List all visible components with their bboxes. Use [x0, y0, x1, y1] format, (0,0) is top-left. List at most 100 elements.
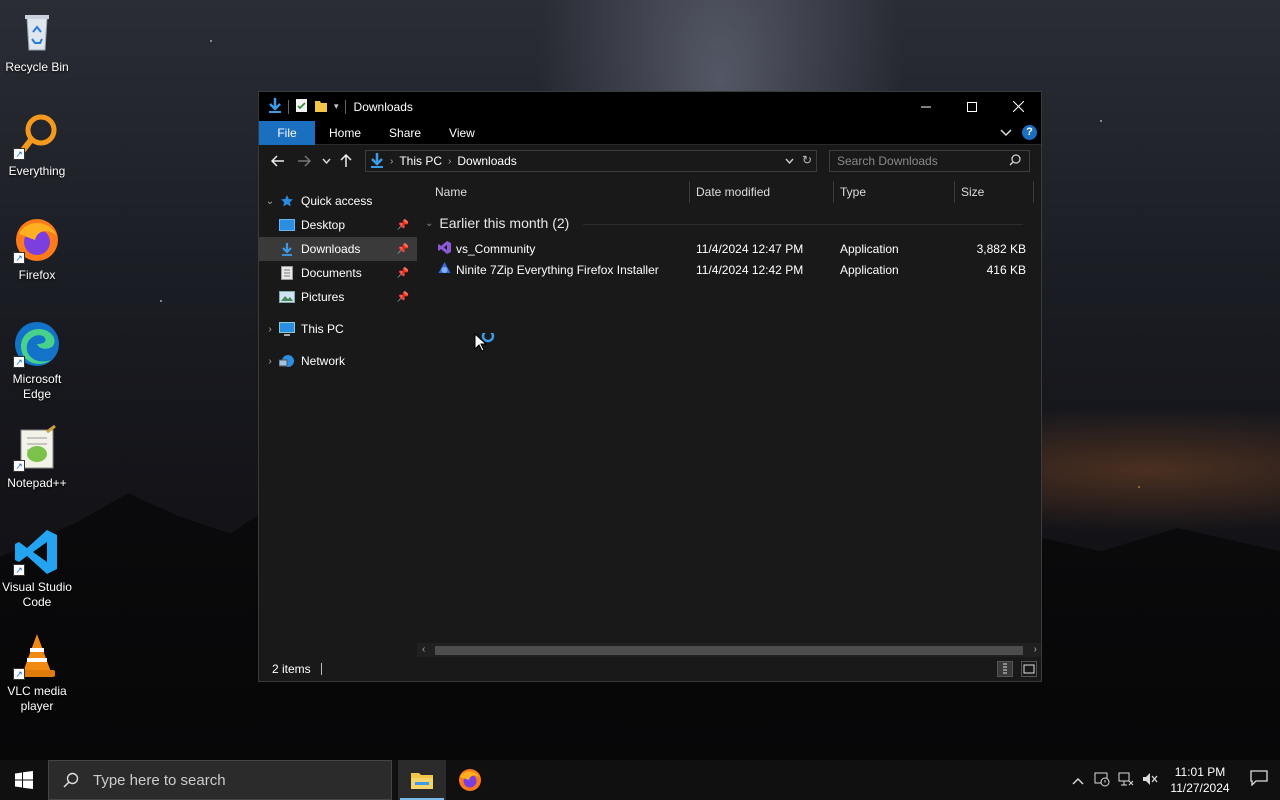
pin-icon: 📌 — [396, 243, 409, 255]
taskbar-search-placeholder: Type here to search — [93, 771, 226, 789]
horizontal-scrollbar[interactable]: ‹ › — [417, 643, 1041, 658]
navigation-pane[interactable]: ⌄ Quick access Desktop 📌 Downloads 📌 Doc… — [259, 177, 417, 657]
back-button[interactable] — [265, 149, 291, 173]
address-history-dropdown-icon[interactable] — [785, 153, 794, 167]
nav-this-pc[interactable]: › This PC — [259, 317, 417, 341]
star — [1138, 486, 1140, 488]
taskbar-clock[interactable]: 11:01 PM 11/27/2024 — [1162, 764, 1238, 796]
back-arrow-icon — [271, 155, 284, 167]
security-alert-icon[interactable] — [1090, 771, 1114, 790]
address-bar[interactable]: › This PC › Downloads ↻ — [365, 150, 817, 172]
nav-label: Desktop — [301, 218, 346, 232]
address-tail: ↻ — [785, 153, 812, 167]
large-icons-view-button[interactable] — [1021, 661, 1037, 677]
taskbar-file-explorer[interactable] — [398, 760, 446, 800]
scroll-left-arrow-icon[interactable]: ‹ — [422, 644, 425, 655]
minimize-button[interactable] — [903, 92, 949, 121]
close-button[interactable] — [995, 92, 1041, 121]
desktop-icon-everything[interactable]: ↗ Everything — [0, 112, 74, 179]
desktop-icon-recycle-bin[interactable]: Recycle Bin — [0, 8, 74, 75]
vscode-icon: ↗ — [13, 528, 61, 576]
nav-pictures[interactable]: Pictures 📌 — [259, 285, 417, 309]
expanded-chevron-icon[interactable]: ⌄ — [261, 196, 279, 207]
file-row[interactable]: vs_Community 11/4/2024 12:47 PM Applicat… — [417, 239, 1037, 260]
breadcrumb-separator-icon[interactable]: › — [390, 156, 393, 167]
shortcut-arrow-icon: ↗ — [13, 148, 25, 160]
window-title: Downloads — [353, 99, 413, 114]
item-count: 2 items — [272, 662, 311, 676]
volume-muted-icon[interactable] — [1138, 771, 1162, 790]
refresh-icon[interactable]: ↻ — [802, 153, 812, 167]
action-center-notification-icon[interactable] — [1238, 770, 1280, 790]
tab-share[interactable]: Share — [375, 121, 435, 145]
column-header-type[interactable]: Type — [834, 177, 954, 207]
desktop-icon-label: Everything — [8, 164, 66, 178]
up-button[interactable] — [335, 149, 357, 173]
file-size: 3,882 KB — [976, 242, 1026, 256]
breadcrumb-this-pc[interactable]: This PC — [399, 154, 442, 168]
show-hidden-icons-chevron-icon[interactable] — [1066, 773, 1090, 788]
desktop-icon-edge[interactable]: ↗ Microsoft Edge — [0, 320, 74, 402]
column-header-size[interactable]: Size — [955, 177, 1033, 207]
desktop-icon-notepadpp[interactable]: ↗ Notepad++ — [0, 424, 74, 491]
scrollbar-thumb[interactable] — [435, 646, 1023, 655]
tab-file[interactable]: File — [259, 120, 315, 145]
shortcut-arrow-icon: ↗ — [13, 668, 25, 680]
maximize-button[interactable] — [949, 92, 995, 121]
group-header[interactable]: ⌄ Earlier this month (2) — [425, 215, 569, 231]
column-header-name[interactable]: Name — [429, 177, 689, 207]
nav-downloads[interactable]: Downloads 📌 — [259, 237, 417, 261]
up-arrow-icon — [340, 154, 352, 167]
nav-network[interactable]: › Network — [259, 349, 417, 373]
forward-button[interactable] — [291, 149, 317, 173]
desktop-icon-label: Visual Studio Code — [2, 580, 72, 609]
nav-desktop[interactable]: Desktop 📌 — [259, 213, 417, 237]
breadcrumb-separator-icon[interactable]: › — [448, 156, 451, 167]
help-icon[interactable]: ? — [1022, 125, 1037, 140]
file-name: Ninite 7Zip Everything Firefox Installer — [456, 263, 659, 277]
taskbar-firefox[interactable] — [446, 760, 494, 800]
column-headers: Name Date modified Type Size — [417, 177, 1041, 207]
group-label: Earlier this month (2) — [439, 215, 570, 231]
search-box[interactable]: Search Downloads — [829, 150, 1030, 172]
desktop-icon-firefox[interactable]: ↗ Firefox — [0, 216, 74, 283]
nav-documents[interactable]: Documents 📌 — [259, 261, 417, 285]
new-folder-icon[interactable] — [314, 98, 328, 116]
nav-label: Downloads — [301, 242, 361, 256]
clock-date: 11/27/2024 — [1170, 781, 1230, 795]
file-date-modified: 11/4/2024 12:42 PM — [696, 263, 804, 277]
taskbar-search-box[interactable]: Type here to search — [48, 760, 392, 800]
desktop-icon-vscode[interactable]: ↗ Visual Studio Code — [0, 528, 74, 610]
expand-ribbon-chevron-icon[interactable] — [1000, 126, 1012, 140]
file-type: Application — [840, 242, 899, 256]
tab-home[interactable]: Home — [315, 121, 375, 145]
network-status-icon[interactable] — [1114, 771, 1138, 790]
collapsed-chevron-icon[interactable]: › — [261, 356, 279, 367]
recent-locations-button[interactable] — [317, 149, 335, 173]
customize-qat-dropdown-icon[interactable]: ▾ — [334, 101, 339, 112]
desktop-folder-icon — [279, 218, 295, 232]
start-button[interactable] — [0, 760, 48, 800]
file-row[interactable]: Ninite 7Zip Everything Firefox Installer… — [417, 260, 1037, 281]
desktop-icon-vlc[interactable]: ↗ VLC media player — [0, 632, 74, 714]
forward-arrow-icon — [298, 155, 311, 167]
group-collapse-chevron-icon[interactable]: ⌄ — [425, 218, 433, 229]
file-list[interactable]: Name Date modified Type Size ⌄ Earlier t… — [417, 177, 1041, 657]
properties-icon[interactable] — [295, 98, 308, 116]
file-name: vs_Community — [456, 242, 536, 256]
nav-quick-access[interactable]: ⌄ Quick access — [259, 189, 417, 213]
title-bar[interactable]: ▾ Downloads — [259, 92, 1041, 121]
maximize-icon — [967, 101, 977, 112]
search-input[interactable]: Search Downloads — [837, 154, 938, 168]
shortcut-arrow-icon: ↗ — [13, 564, 25, 576]
downloads-folder-icon — [279, 242, 295, 256]
breadcrumb-downloads[interactable]: Downloads — [457, 154, 516, 168]
column-divider[interactable] — [1033, 181, 1034, 203]
column-header-date-modified[interactable]: Date modified — [690, 177, 833, 207]
collapsed-chevron-icon[interactable]: › — [261, 324, 279, 335]
navigation-bar: › This PC › Downloads ↻ Search Downloads — [259, 145, 1041, 177]
scroll-right-arrow-icon[interactable]: › — [1034, 644, 1037, 655]
large-icons-view-icon — [1023, 664, 1035, 674]
tab-view[interactable]: View — [435, 121, 489, 145]
details-view-button[interactable] — [997, 661, 1013, 677]
